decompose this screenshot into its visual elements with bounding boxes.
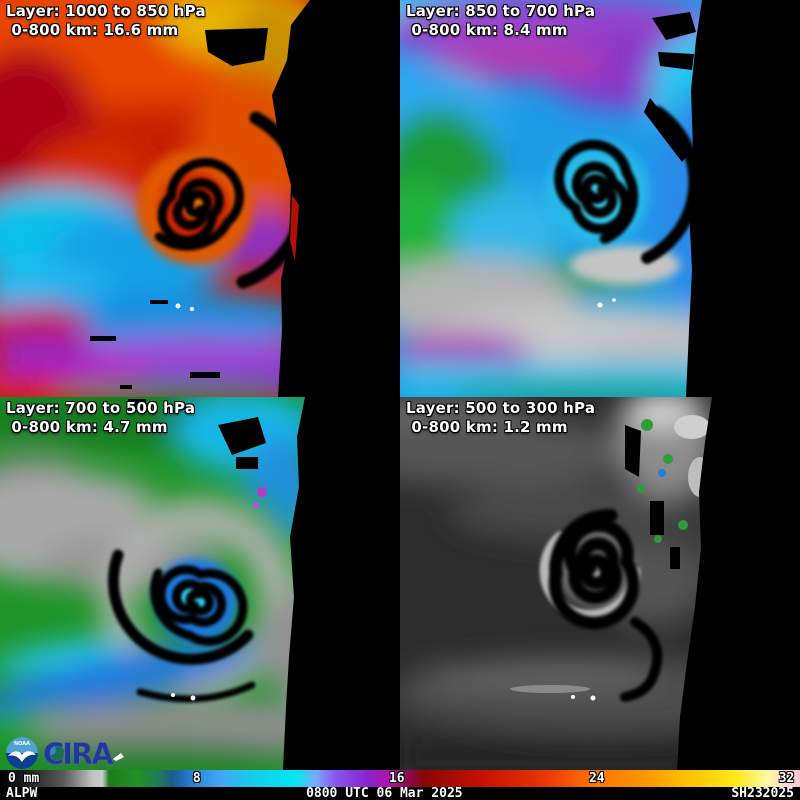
colorbar-tick: 32 [778, 770, 795, 786]
panel-label: Layer: 700 to 500 hPa 0-800 km: 4.7 mm [6, 399, 195, 437]
noaa-logo-text: NOAA [14, 741, 30, 747]
moisture-map-500-300hpa [400, 397, 800, 770]
storm-id: SH232025 [731, 786, 794, 800]
timestamp: 0800 UTC 06 Mar 2025 [306, 786, 463, 800]
moisture-map-700-500hpa [0, 397, 400, 770]
cira-logo-text: CIRA [43, 737, 114, 769]
panel-label: Layer: 850 to 700 hPa 0-800 km: 8.4 mm [406, 2, 595, 40]
cira-logo: CIRA [43, 737, 124, 769]
panel-700-500hpa: Layer: 700 to 500 hPa 0-800 km: 4.7 mm [0, 397, 400, 770]
layer-amount-label: 0-800 km: 8.4 mm [406, 21, 568, 39]
quadrant-grid: Layer: 1000 to 850 hPa 0-800 km: 16.6 mm [0, 0, 800, 770]
panel-label: Layer: 1000 to 850 hPa 0-800 km: 16.6 mm [6, 2, 206, 40]
moisture-map-850-700hpa [400, 0, 800, 397]
layer-amount-label: 0-800 km: 16.6 mm [6, 21, 179, 39]
colorbar-tick: 8 [192, 770, 201, 786]
layer-label: Layer: 700 to 500 hPa [6, 399, 196, 417]
cira-dish-icon [113, 753, 124, 761]
noaa-logo: NOAA [6, 737, 38, 769]
footer-bar: ALPW 0800 UTC 06 Mar 2025 SH232025 [0, 787, 800, 800]
layer-amount-label: 0-800 km: 1.2 mm [406, 418, 568, 436]
layer-label: Layer: 850 to 700 hPa [406, 2, 596, 20]
panel-500-300hpa: Layer: 500 to 300 hPa 0-800 km: 1.2 mm [400, 397, 800, 770]
colorbar-tick: 16 [388, 770, 405, 786]
colorbar-tick: 0 mm [8, 770, 40, 786]
colorbar-tick: 24 [588, 770, 605, 786]
layer-label: Layer: 500 to 300 hPa [406, 399, 596, 417]
colorbar: 0 mm 8 16 24 32 [0, 770, 800, 787]
alpw-four-panel-product: Layer: 1000 to 850 hPa 0-800 km: 16.6 mm [0, 0, 800, 800]
layer-amount-label: 0-800 km: 4.7 mm [6, 418, 168, 436]
panel-850-700hpa: Layer: 850 to 700 hPa 0-800 km: 8.4 mm [400, 0, 800, 397]
logo-row: NOAA CIRA [5, 736, 129, 770]
panel-1000-850hpa: Layer: 1000 to 850 hPa 0-800 km: 16.6 mm [0, 0, 400, 397]
moisture-map-1000-850hpa [0, 0, 400, 397]
product-name: ALPW [6, 786, 38, 800]
panel-label: Layer: 500 to 300 hPa 0-800 km: 1.2 mm [406, 399, 595, 437]
layer-label: Layer: 1000 to 850 hPa [6, 2, 206, 20]
